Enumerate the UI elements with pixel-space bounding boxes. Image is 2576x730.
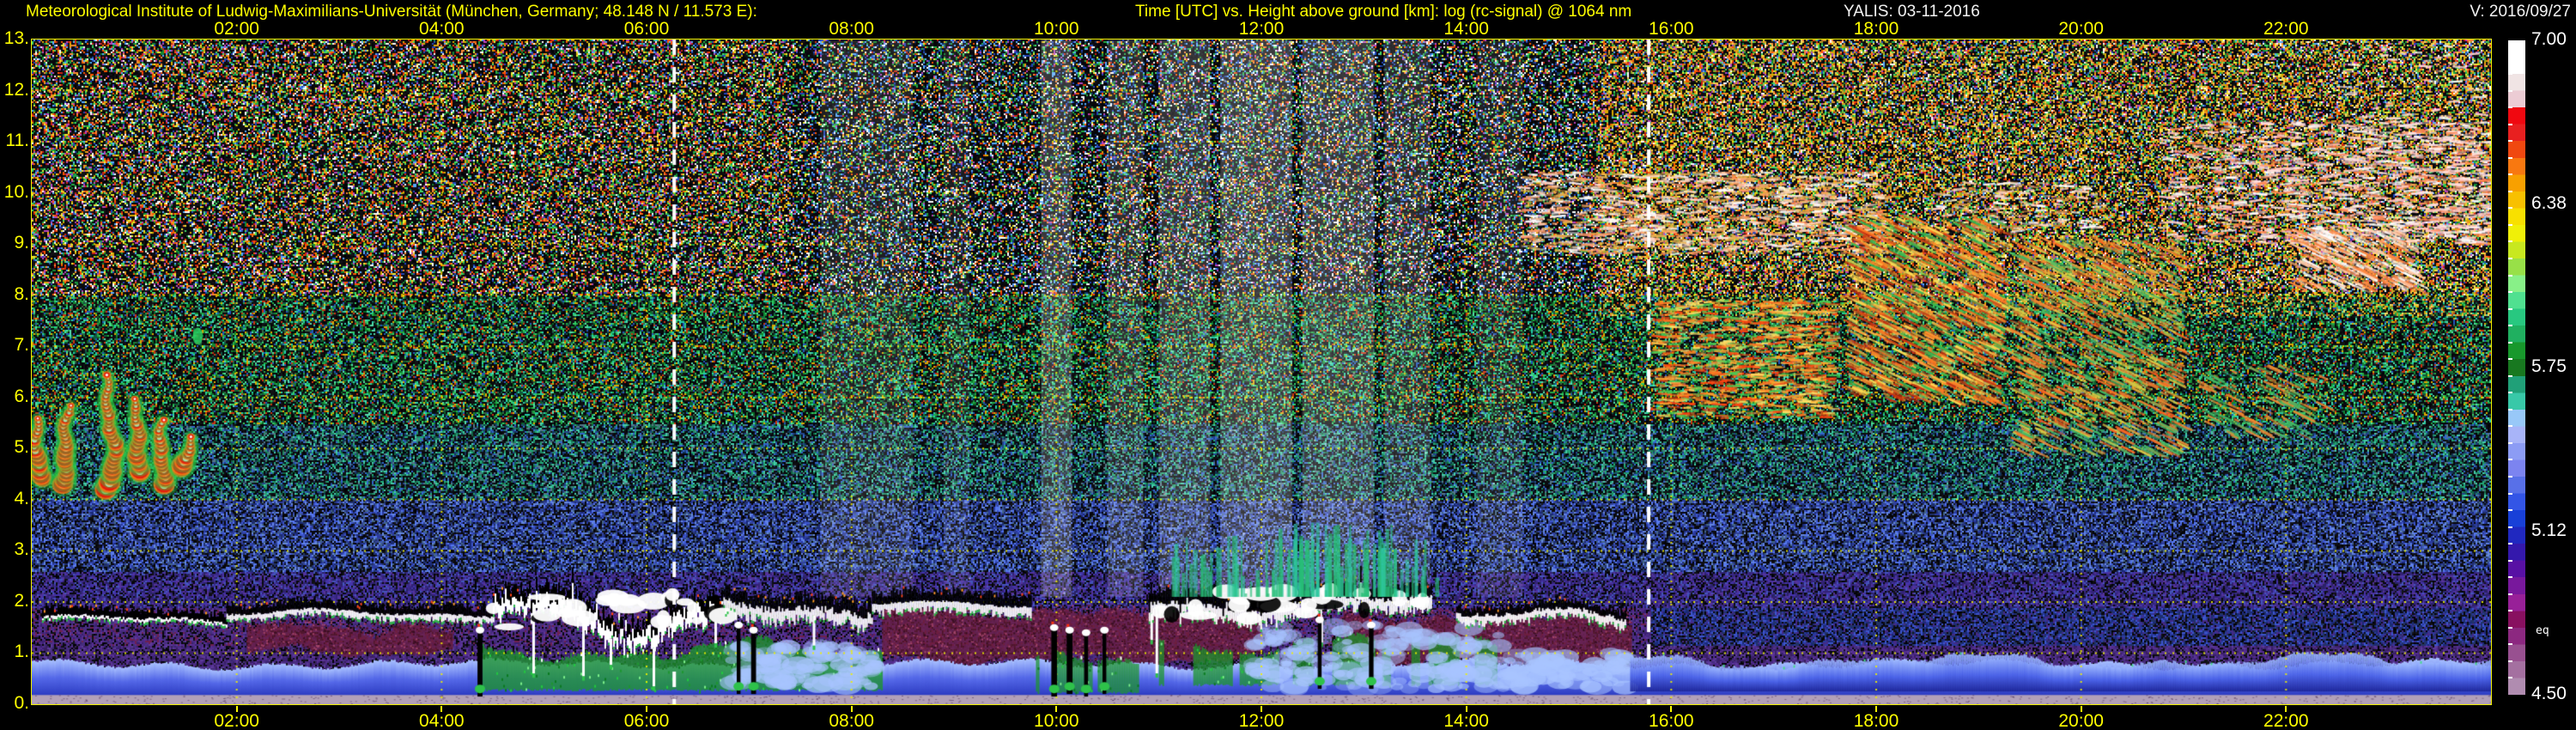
colorbar-tick — [2508, 358, 2512, 361]
colorbar-tick — [2508, 173, 2512, 176]
x-tick-label-bottom: 12:00 — [1238, 711, 1285, 730]
x-tick-mark — [1261, 706, 1262, 712]
colorbar-value-label: 6.38 — [2531, 192, 2567, 213]
colorbar-tick — [2508, 223, 2512, 226]
x-tick-mark — [1875, 706, 1877, 712]
colorbar-tick — [2508, 73, 2512, 76]
y-tick-label: 13. — [3, 28, 29, 48]
x-tick-mark — [1055, 706, 1058, 712]
y-tick-label: 4. — [14, 488, 29, 508]
y-tick-label: 3. — [14, 539, 29, 560]
colorbar-tick — [2508, 258, 2512, 259]
colorbar-tick — [2508, 526, 2512, 528]
x-tick-label-bottom: 10:00 — [1034, 711, 1079, 730]
colorbar-tick — [2508, 559, 2512, 562]
x-tick-mark — [2080, 706, 2082, 712]
x-tick-mark — [646, 706, 647, 712]
y-tick-label: 0. — [14, 693, 29, 713]
x-tick-label-top: 20:00 — [2058, 19, 2104, 39]
version-label: V: 2016/09/27 — [2470, 3, 2571, 21]
colorbar-tick — [2508, 492, 2512, 495]
y-tick-label: 9. — [14, 233, 29, 253]
colorbar-tick — [2508, 392, 2512, 394]
colorbar-tick — [2508, 543, 2512, 545]
colorbar-value-label: 7.00 — [2531, 29, 2567, 49]
x-tick-label-bottom: 16:00 — [1649, 711, 1694, 730]
colorbar-tick — [2508, 643, 2512, 646]
x-tick-mark — [440, 706, 443, 712]
x-tick-label-top: 04:00 — [419, 19, 465, 39]
colorbar-tick — [2508, 207, 2512, 210]
x-tick-label-top: 14:00 — [1443, 19, 1489, 39]
x-tick-label-top: 08:00 — [829, 19, 874, 39]
colorbar-tick — [2508, 459, 2512, 461]
colorbar-side-label: eq — [2536, 624, 2549, 637]
colorbar-tick — [2508, 123, 2512, 125]
colorbar-tick — [2508, 610, 2512, 612]
colorbar-tick — [2508, 274, 2512, 277]
x-tick-mark — [2285, 706, 2287, 712]
x-tick-label-bottom: 08:00 — [829, 711, 874, 730]
colorbar-tick — [2508, 56, 2512, 58]
colorbar-tick — [2508, 190, 2512, 192]
colorbar — [2508, 40, 2525, 695]
x-tick-label-top: 06:00 — [623, 19, 670, 39]
colorbar-value-label: 5.75 — [2531, 356, 2567, 376]
colorbar-tick — [2508, 593, 2512, 595]
x-tick-label-bottom: 18:00 — [1853, 711, 1899, 730]
colorbar-tick — [2508, 476, 2512, 478]
y-tick-label: 2. — [14, 590, 29, 611]
colorbar-tick — [2508, 408, 2512, 411]
colorbar-tick — [2508, 660, 2512, 662]
colorbar-value-label: 4.50 — [2531, 684, 2567, 703]
x-tick-label-bottom: 22:00 — [2263, 711, 2309, 730]
x-tick-label-bottom: 14:00 — [1443, 711, 1489, 730]
colorbar-tick — [2508, 156, 2512, 159]
x-tick-label-top: 10:00 — [1034, 19, 1079, 39]
y-tick-label: 12. — [3, 79, 29, 100]
x-tick-label-bottom: 02:00 — [214, 711, 259, 730]
colorbar-tick — [2508, 307, 2512, 310]
colorbar-tick — [2508, 341, 2512, 344]
colorbar-tick — [2508, 509, 2512, 512]
colorbar-tick — [2508, 291, 2512, 294]
colorbar-tick — [2508, 240, 2512, 243]
colorbar-tick — [2508, 425, 2512, 428]
y-tick-label: 11. — [5, 131, 29, 151]
x-tick-label-top: 02:00 — [214, 19, 259, 39]
colorbar-value-label: 5.12 — [2531, 520, 2567, 540]
x-tick-mark — [235, 706, 238, 712]
colorbar-tick — [2508, 576, 2512, 579]
y-tick-label: 1. — [14, 642, 29, 662]
colorbar-tick — [2508, 677, 2512, 679]
plot-frame — [31, 39, 2492, 705]
colorbar-tick — [2508, 374, 2512, 377]
x-tick-label-top: 16:00 — [1649, 19, 1694, 39]
x-tick-label-top: 18:00 — [1853, 19, 1899, 39]
x-tick-label-bottom: 06:00 — [623, 711, 670, 730]
y-tick-label: 10. — [3, 181, 29, 202]
x-tick-mark — [1465, 706, 1467, 712]
x-tick-label-top: 22:00 — [2263, 19, 2309, 39]
plot-title: Time [UTC] vs. Height above ground [km]:… — [1135, 3, 1632, 21]
y-tick-label: 6. — [14, 386, 29, 406]
x-tick-mark — [1670, 706, 1673, 712]
x-tick-label-bottom: 04:00 — [419, 711, 465, 730]
y-tick-label: 7. — [14, 335, 29, 356]
x-tick-label-top: 12:00 — [1238, 19, 1285, 39]
colorbar-tick — [2508, 106, 2512, 109]
colorbar-tick — [2508, 325, 2512, 327]
colorbar-tick — [2508, 89, 2512, 92]
colorbar-tick — [2508, 441, 2512, 444]
colorbar-tick — [2508, 140, 2512, 143]
y-tick-label: 5. — [14, 437, 29, 458]
x-tick-mark — [850, 706, 853, 712]
x-tick-label-bottom: 20:00 — [2058, 711, 2104, 730]
lidar-quicklook-page: Meteorological Institute of Ludwig-Maxim… — [0, 0, 2576, 730]
plot-canvas — [32, 40, 2491, 704]
colorbar-tick — [2508, 626, 2512, 629]
y-tick-label: 8. — [14, 283, 29, 304]
